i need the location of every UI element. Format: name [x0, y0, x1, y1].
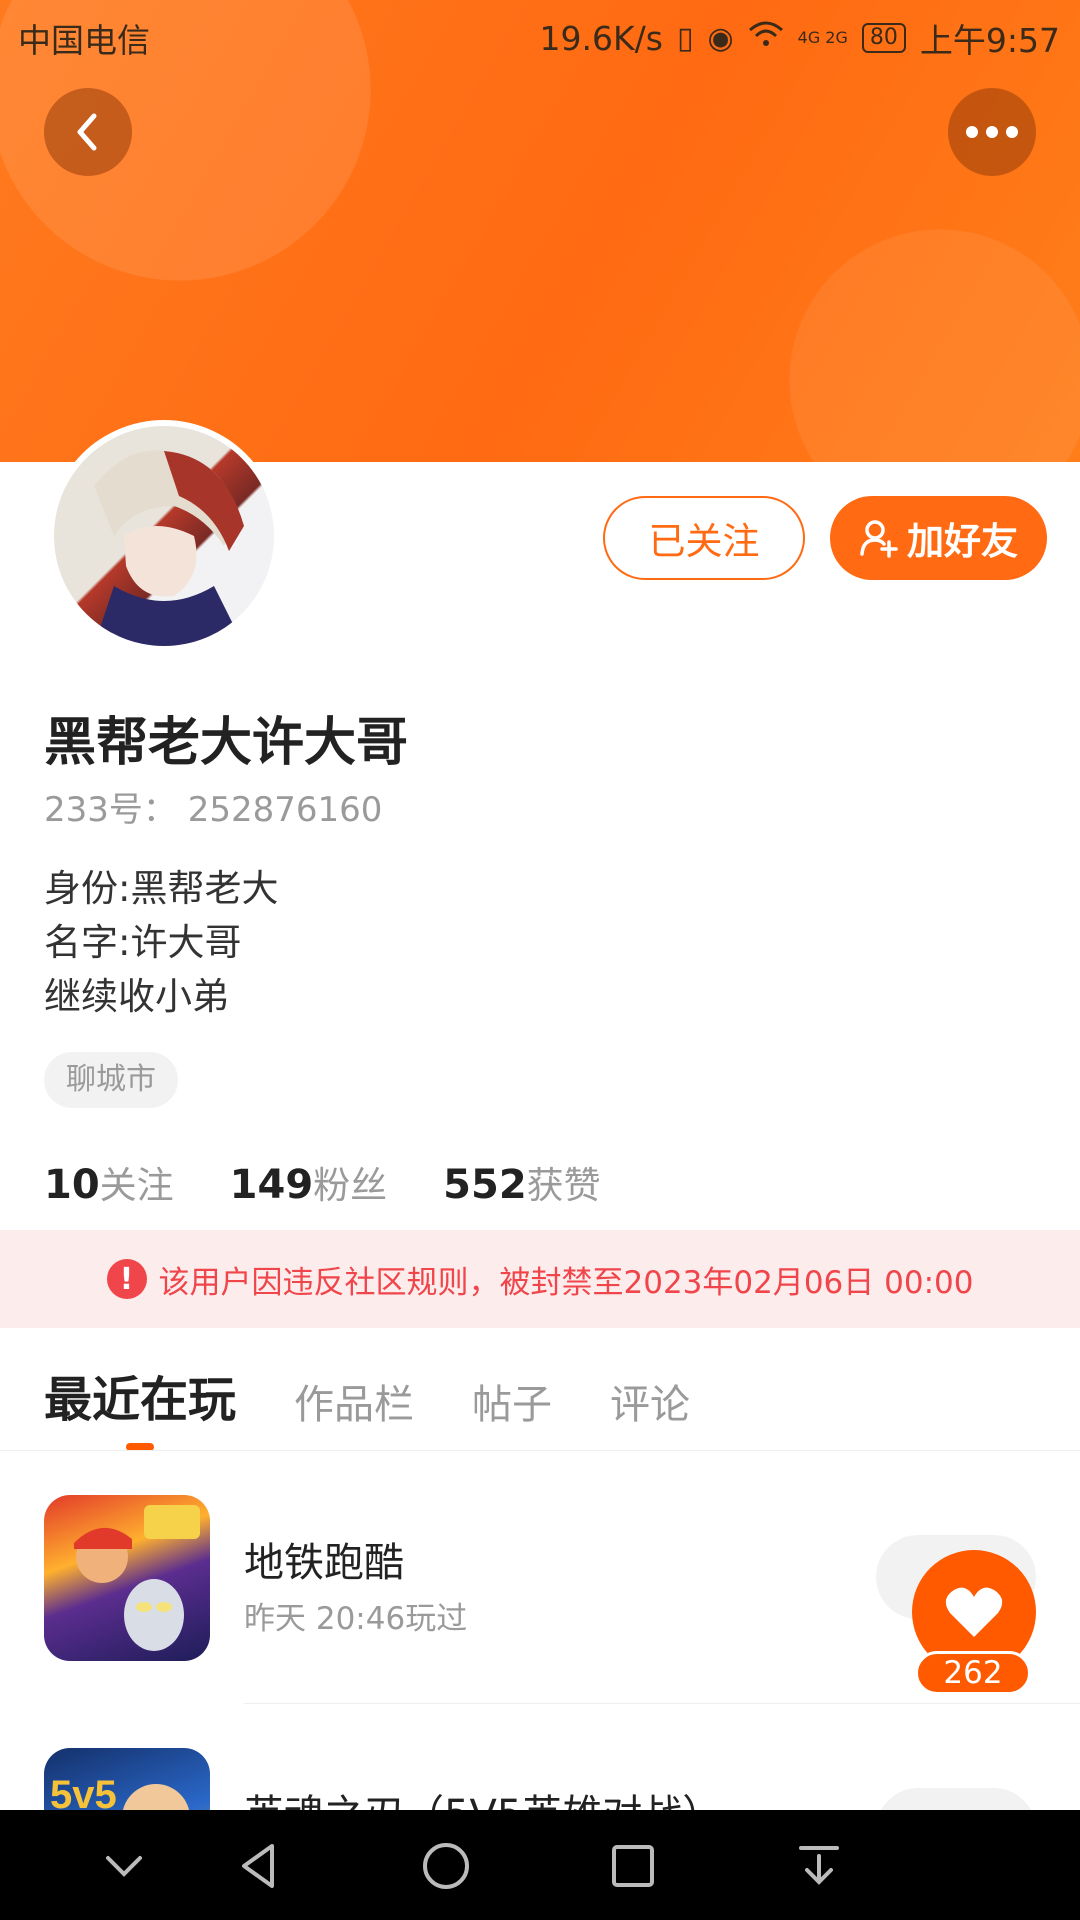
stat-fans[interactable]: 149粉丝 — [230, 1155, 388, 1209]
battery-icon: 80 — [861, 23, 906, 53]
tab-recent-play[interactable]: 最近在玩 — [44, 1360, 236, 1430]
avatar-image — [54, 426, 274, 646]
status-bar: 中国电信 19.6K/s ▯ ◉ 4G 2G 80 上午9:57 — [0, 0, 1080, 68]
divider — [244, 1703, 1080, 1704]
add-friend-label: 加好友 — [907, 520, 1018, 563]
add-user-icon — [860, 520, 898, 558]
profile-bio: 身份:黑帮老大 名字:许大哥 继续收小弟 — [44, 862, 278, 1024]
game-icon[interactable] — [44, 1495, 210, 1661]
home-circle-icon[interactable] — [418, 1838, 474, 1894]
status-right: 19.6K/s ▯ ◉ 4G 2G 80 上午9:57 — [540, 14, 1061, 62]
tab-works[interactable]: 作品栏 — [294, 1372, 414, 1430]
stat-following[interactable]: 10关注 — [44, 1155, 174, 1209]
location-tag: 聊城市 — [44, 1052, 178, 1108]
more-icon — [966, 126, 1018, 138]
heart-icon — [945, 1587, 1003, 1637]
vibrate-icon: ▯ — [676, 20, 694, 56]
add-friend-button[interactable]: 加好友 — [830, 496, 1047, 580]
stat-likes[interactable]: 552获赞 — [443, 1155, 601, 1209]
divider — [0, 1450, 1080, 1451]
wifi-icon — [748, 20, 784, 56]
stats-row: 10关注 149粉丝 552获赞 — [44, 1155, 601, 1209]
game-played-time: 昨天 20:46玩过 — [244, 1601, 468, 1637]
tab-posts[interactable]: 帖子 — [472, 1372, 552, 1430]
ban-notice-text: 该用户因违反社区规则，被封禁至2023年02月06日 00:00 — [158, 1264, 974, 1301]
alert-icon: ! — [106, 1259, 147, 1299]
back-triangle-icon[interactable] — [232, 1838, 288, 1894]
chevron-left-icon — [77, 113, 97, 151]
ban-notice: ! 该用户因违反社区规则，被封禁至2023年02月06日 00:00 — [0, 1230, 1080, 1328]
chevron-down-icon[interactable] — [96, 1838, 152, 1894]
tab-comments[interactable]: 评论 — [610, 1372, 690, 1430]
recents-square-icon[interactable] — [605, 1838, 661, 1894]
game-title[interactable]: 地铁跑酷 — [244, 1530, 404, 1588]
network-speed: 19.6K/s — [539, 18, 663, 58]
carrier-label: 中国电信 — [18, 21, 150, 60]
like-count-badge: 262 — [915, 1651, 1031, 1695]
system-nav-bar — [0, 1810, 1080, 1920]
clock: 上午9:57 — [919, 21, 1060, 60]
signal-icon: 4G 2G — [797, 28, 848, 47]
user-id: 233号： 252876160 — [44, 790, 383, 830]
avatar[interactable] — [48, 420, 280, 652]
followed-button[interactable]: 已关注 — [603, 496, 805, 580]
notification-pull-icon[interactable] — [791, 1838, 847, 1894]
more-button[interactable] — [948, 88, 1036, 176]
profile-name: 黑帮老大许大哥 — [44, 713, 409, 773]
bio-line: 名字:许大哥 — [44, 921, 242, 964]
back-button[interactable] — [44, 88, 132, 176]
profile-tabs: 最近在玩 作品栏 帖子 评论 — [44, 1360, 690, 1430]
eye-icon: ◉ — [707, 20, 734, 56]
bio-line: 身份:黑帮老大 — [44, 867, 279, 910]
profile-banner — [0, 0, 1080, 462]
bio-line: 继续收小弟 — [44, 975, 229, 1018]
